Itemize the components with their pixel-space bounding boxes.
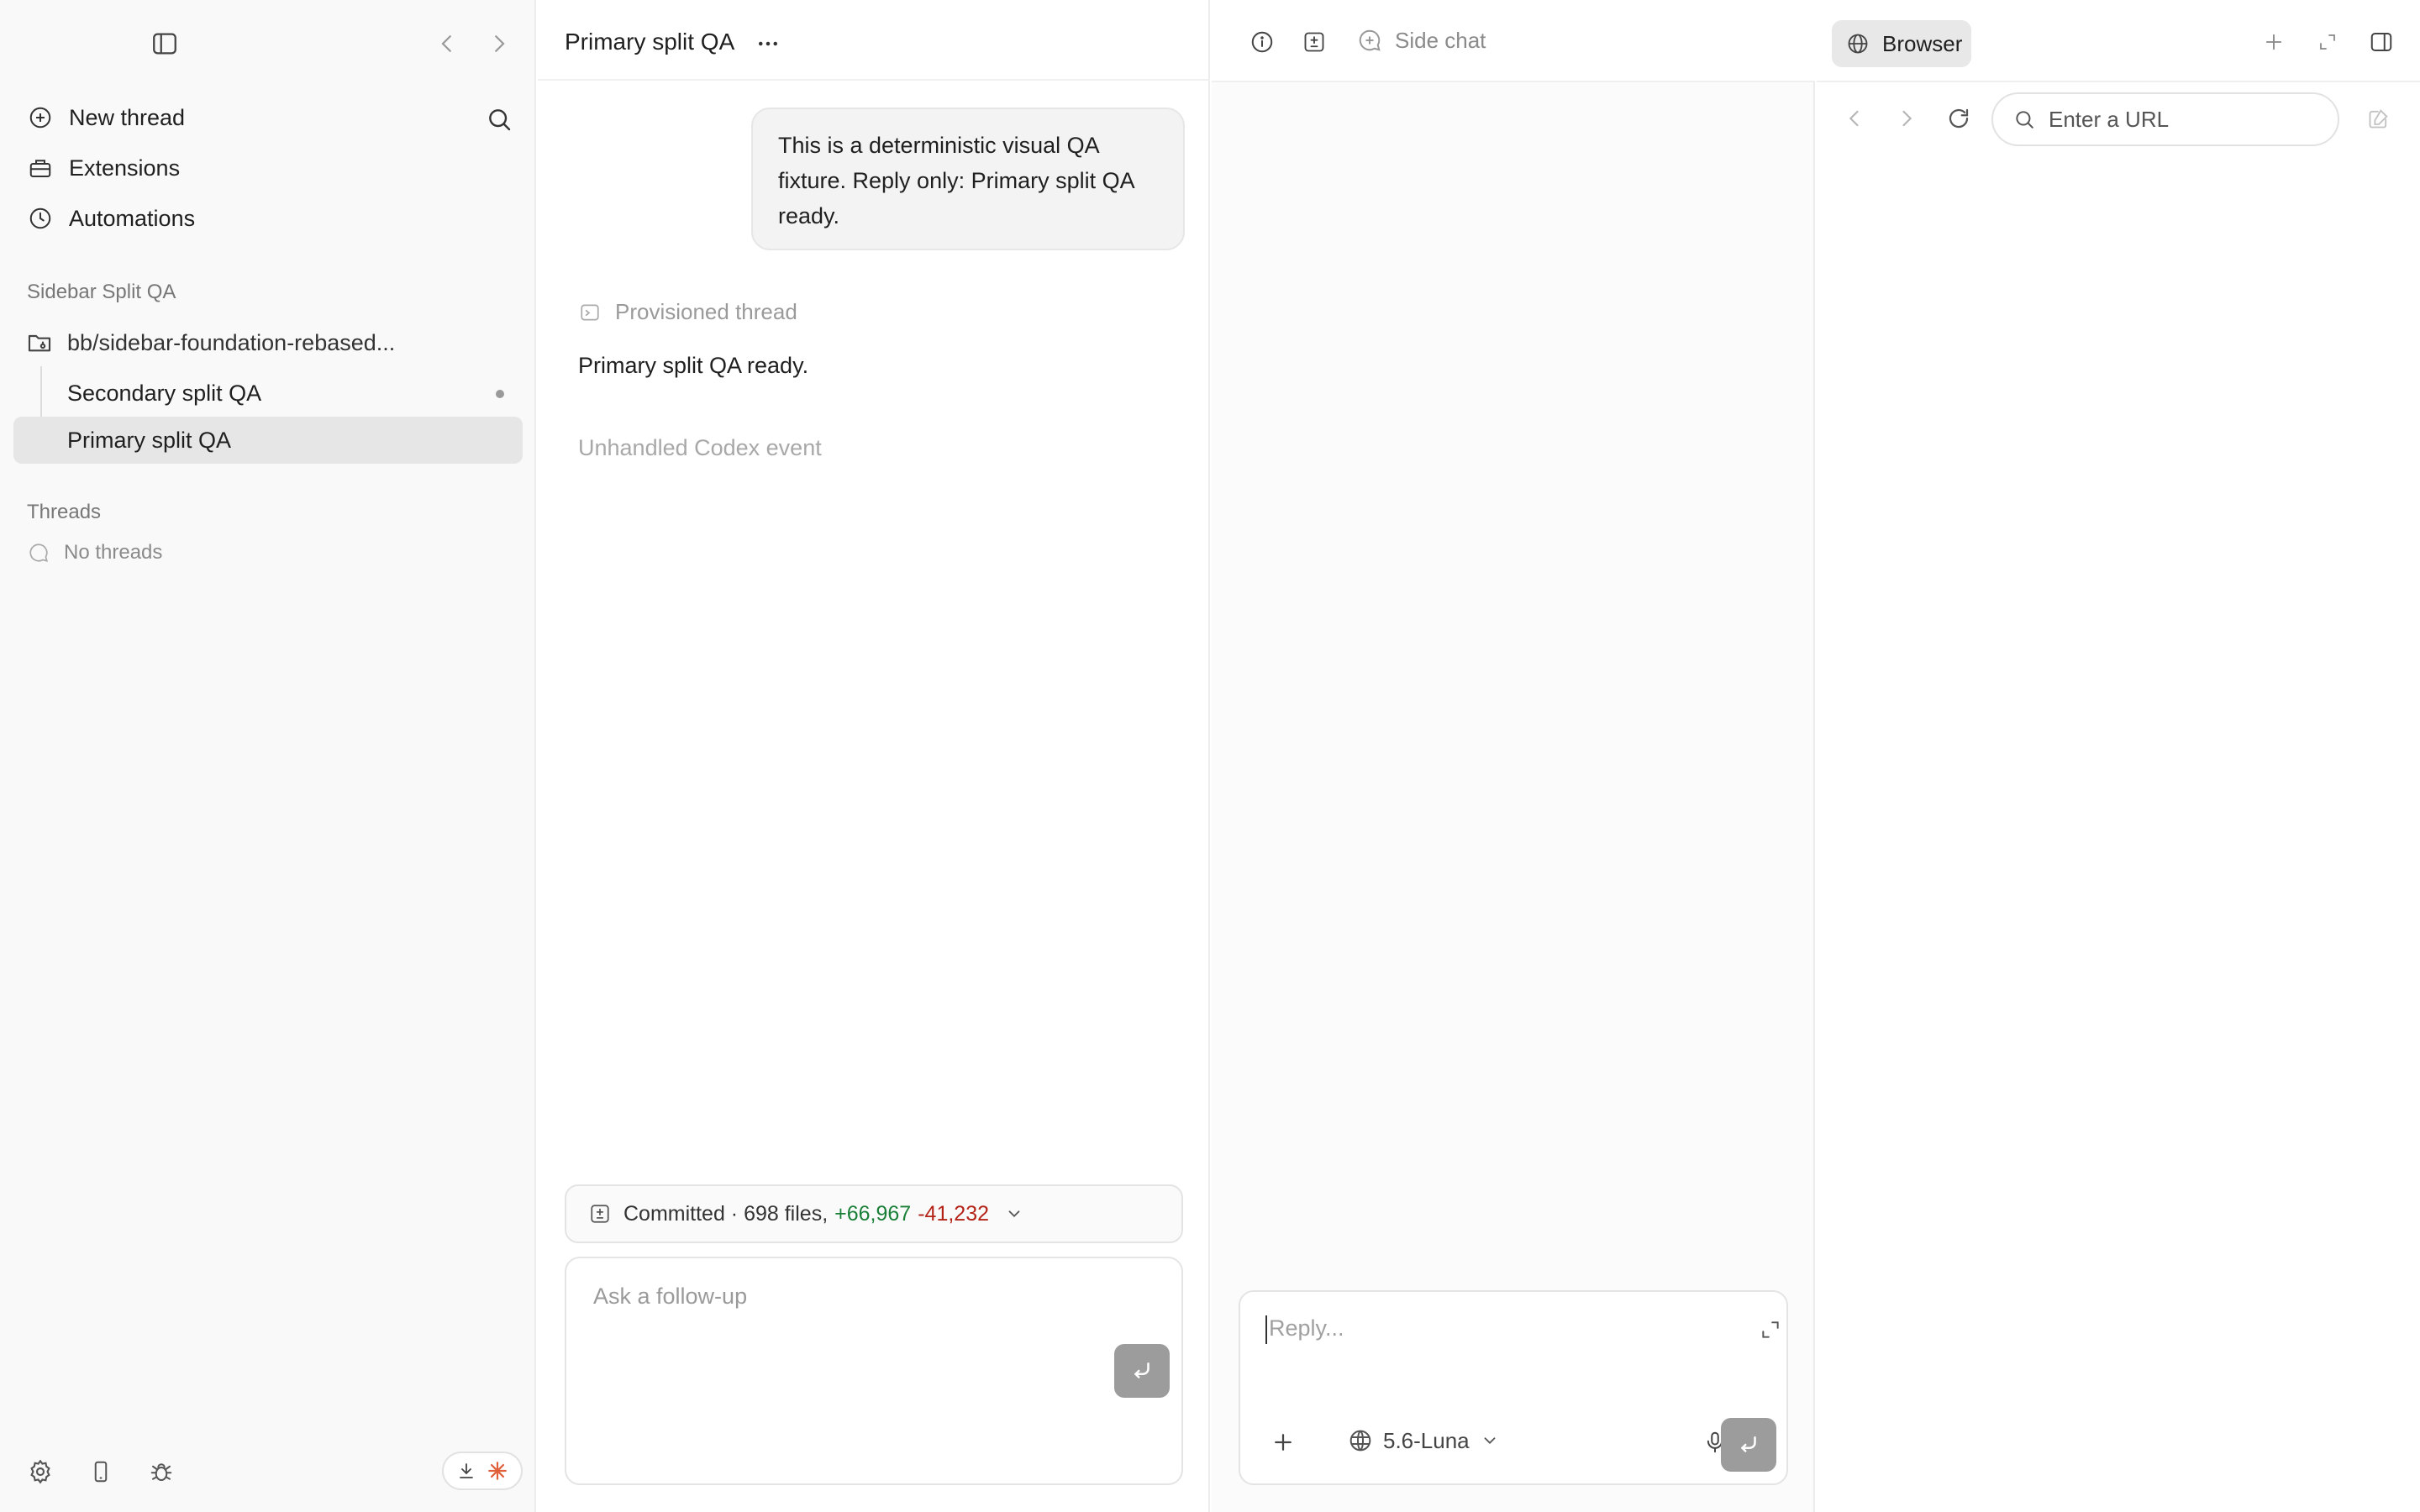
- send-arrow-icon: [1129, 1358, 1155, 1383]
- download-icon: [456, 1461, 476, 1481]
- side-chat-composer[interactable]: Reply... 5.6-Luna: [1239, 1290, 1788, 1485]
- conversation-pane: Primary split QA This is a deterministic…: [538, 0, 1210, 1512]
- back-chevron-icon[interactable]: [1840, 104, 1869, 133]
- plus-icon[interactable]: [1269, 1428, 1297, 1457]
- search-icon: [2012, 107, 2037, 132]
- tab-browser[interactable]: Browser: [1832, 20, 1971, 67]
- no-threads-label: No threads: [64, 541, 163, 564]
- browser-tab-label: Browser: [1882, 30, 1963, 56]
- forward-chevron-icon[interactable]: [484, 29, 514, 59]
- threads-section-label: Threads: [27, 501, 102, 523]
- thread-label: Primary split QA: [67, 427, 232, 453]
- automations-label: Automations: [69, 205, 196, 231]
- url-bar[interactable]: [1991, 92, 2339, 146]
- open-external-icon[interactable]: [2365, 104, 2393, 133]
- no-threads-placeholder: No threads: [27, 541, 162, 564]
- send-button[interactable]: [1114, 1344, 1170, 1398]
- info-icon[interactable]: [1249, 29, 1276, 55]
- repo-folder[interactable]: bb/sidebar-foundation-rebased...: [13, 319, 523, 366]
- plus-circle-icon: [27, 104, 54, 131]
- user-message: This is a deterministic visual QA fixtur…: [751, 108, 1185, 250]
- model-logo-icon: [1346, 1426, 1375, 1455]
- chevron-down-icon: [1004, 1204, 1024, 1224]
- more-options-icon[interactable]: [753, 29, 783, 59]
- expand-icon[interactable]: [1758, 1317, 1783, 1342]
- new-thread-label: New thread: [69, 104, 186, 130]
- toolbox-icon: [27, 155, 54, 181]
- new-tab-plus-icon[interactable]: [2260, 29, 2287, 55]
- right-panel-toggle-icon[interactable]: [2368, 29, 2395, 55]
- extensions-button[interactable]: Extensions: [13, 144, 523, 192]
- chat-plus-icon: [1356, 27, 1383, 54]
- new-thread-button[interactable]: New thread: [13, 94, 523, 141]
- phone-icon[interactable]: [86, 1457, 116, 1487]
- globe-icon: [1845, 31, 1870, 56]
- reply-placeholder: Reply...: [1269, 1315, 1344, 1341]
- provisioned-thread-note: Provisioned thread: [578, 299, 797, 325]
- side-chat-label: Side chat: [1395, 27, 1486, 53]
- unhandled-event-note: Unhandled Codex event: [578, 435, 822, 460]
- commit-summary: Committed · 698 files,: [623, 1201, 829, 1226]
- update-status-button[interactable]: [442, 1452, 523, 1490]
- sidebar-toggle-icon[interactable]: [150, 29, 180, 59]
- automations-button[interactable]: Automations: [13, 195, 523, 242]
- provisioned-label: Provisioned thread: [615, 299, 797, 324]
- model-name: 5.6-Luna: [1383, 1427, 1470, 1453]
- sidebar: New thread Extensions Automations Sideba…: [0, 0, 536, 1512]
- thread-item-secondary[interactable]: Secondary split QA: [13, 370, 523, 417]
- deletions-count: -41,232: [918, 1201, 990, 1226]
- side-chat-pane: Side chat Reply... 5.6-Luna: [1212, 0, 1815, 1512]
- diff-icon: [588, 1202, 612, 1226]
- chat-bubble-icon: [27, 541, 50, 564]
- project-section-label: Sidebar Split QA: [27, 281, 176, 303]
- commit-summary-button[interactable]: Committed · 698 files, +66,967 -41,232: [565, 1184, 1183, 1243]
- tab-side-chat[interactable]: Side chat: [1356, 27, 1486, 54]
- page-title: Primary split QA: [565, 29, 735, 55]
- unread-dot: [496, 390, 504, 398]
- follow-up-composer[interactable]: Ask a follow-up: [565, 1257, 1183, 1485]
- chevron-down-icon: [1480, 1431, 1500, 1451]
- follow-up-placeholder: Ask a follow-up: [593, 1284, 748, 1309]
- spark-icon: [487, 1460, 508, 1482]
- collapse-icon[interactable]: [2314, 29, 2341, 55]
- back-chevron-icon[interactable]: [432, 29, 462, 59]
- model-selector[interactable]: 5.6-Luna: [1346, 1426, 1508, 1455]
- repo-name: bb/sidebar-foundation-rebased...: [67, 329, 396, 355]
- additions-count: +66,967: [834, 1201, 912, 1226]
- browser-header: Browser: [1817, 0, 2420, 82]
- conversation-header: Primary split QA: [538, 0, 1210, 81]
- side-send-button[interactable]: [1721, 1418, 1776, 1472]
- folder-branch-icon: [25, 328, 54, 357]
- bug-icon[interactable]: [146, 1457, 176, 1487]
- side-chat-header: Side chat: [1212, 0, 1815, 82]
- browser-pane: Browser: [1817, 0, 2420, 1512]
- search-icon[interactable]: [482, 102, 516, 136]
- assistant-reply: Primary split QA ready.: [578, 353, 809, 378]
- clock-icon: [27, 205, 54, 232]
- terminal-icon: [578, 301, 602, 324]
- forward-chevron-icon[interactable]: [1892, 104, 1921, 133]
- reload-icon[interactable]: [1944, 104, 1973, 133]
- diff-icon[interactable]: [1301, 29, 1328, 55]
- app-window: New thread Extensions Automations Sideba…: [0, 0, 2420, 1512]
- thread-label: Secondary split QA: [67, 380, 262, 406]
- gear-icon[interactable]: [25, 1457, 55, 1487]
- browser-toolbar: [1817, 89, 2420, 150]
- url-input[interactable]: [2049, 106, 2326, 133]
- send-arrow-icon: [1736, 1432, 1761, 1457]
- sidebar-toolbar: [0, 0, 536, 87]
- thread-item-primary[interactable]: Primary split QA: [13, 417, 523, 464]
- text-cursor: [1265, 1315, 1267, 1344]
- extensions-label: Extensions: [69, 155, 181, 181]
